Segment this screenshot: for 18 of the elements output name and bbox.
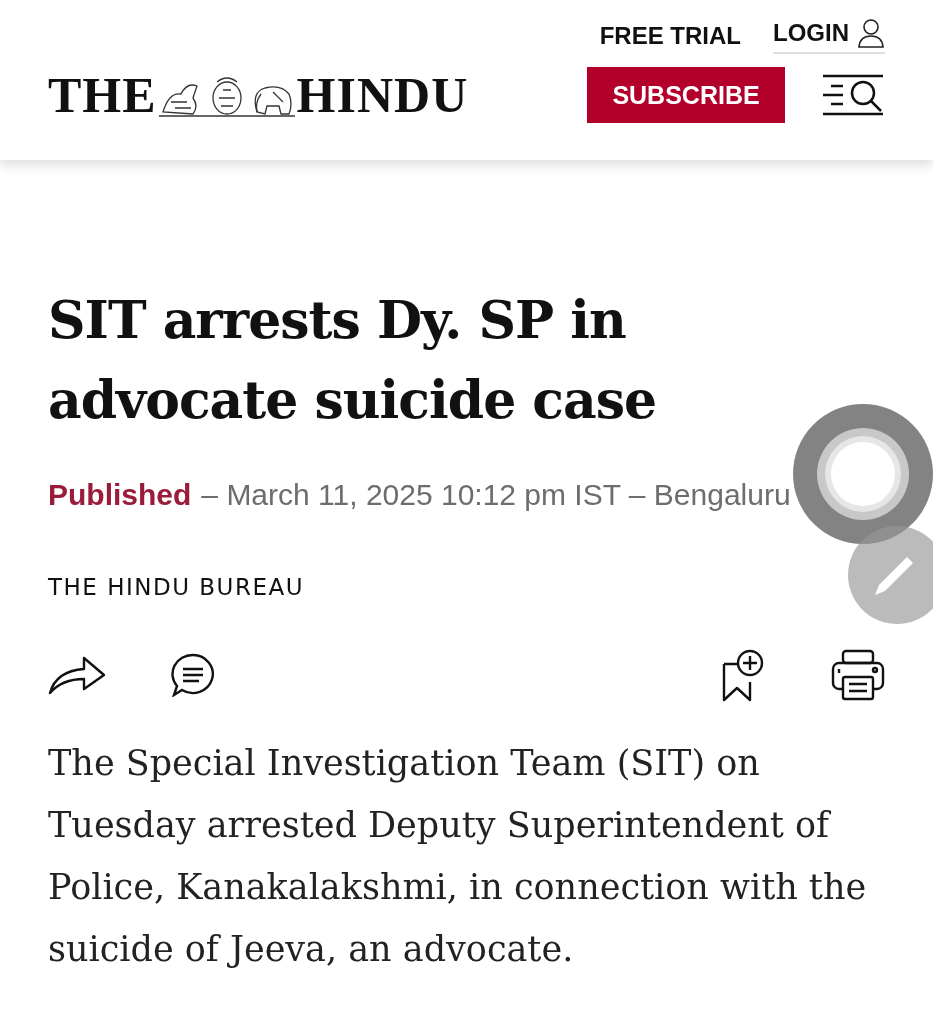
login-link[interactable]: LOGIN (773, 18, 885, 54)
share-icon[interactable] (48, 655, 106, 695)
bookmark-add-icon[interactable] (721, 648, 765, 702)
subscribe-button[interactable]: SUBSCRIBE (587, 67, 785, 123)
article-paragraph: The Special Investigation Team (SIT) on Tuesday arrested Deputy Superintendent of Police, Kanakalakshmi, in connection with the suicide of Jeeva, an advocate. (48, 742, 868, 971)
pencil-button[interactable] (847, 525, 933, 625)
comment-icon[interactable] (170, 653, 216, 697)
published-label: Published (48, 478, 192, 512)
assistive-touch-button[interactable] (792, 403, 933, 545)
byline: THE HINDU BUREAU (48, 574, 306, 600)
free-trial-link[interactable]: FREE TRIAL (599, 22, 741, 50)
print-icon[interactable] (831, 649, 885, 701)
article-headline: SIT arrests Dy. SP in advocate suicide case (48, 288, 658, 432)
menu-search-icon[interactable] (823, 73, 885, 117)
publish-date: – March 11, 2025 10:12 pm IST – Bengaluru (201, 478, 791, 512)
logo-text: HINDU (296, 66, 469, 124)
logo-text: THE (48, 66, 157, 124)
user-icon (857, 18, 885, 48)
